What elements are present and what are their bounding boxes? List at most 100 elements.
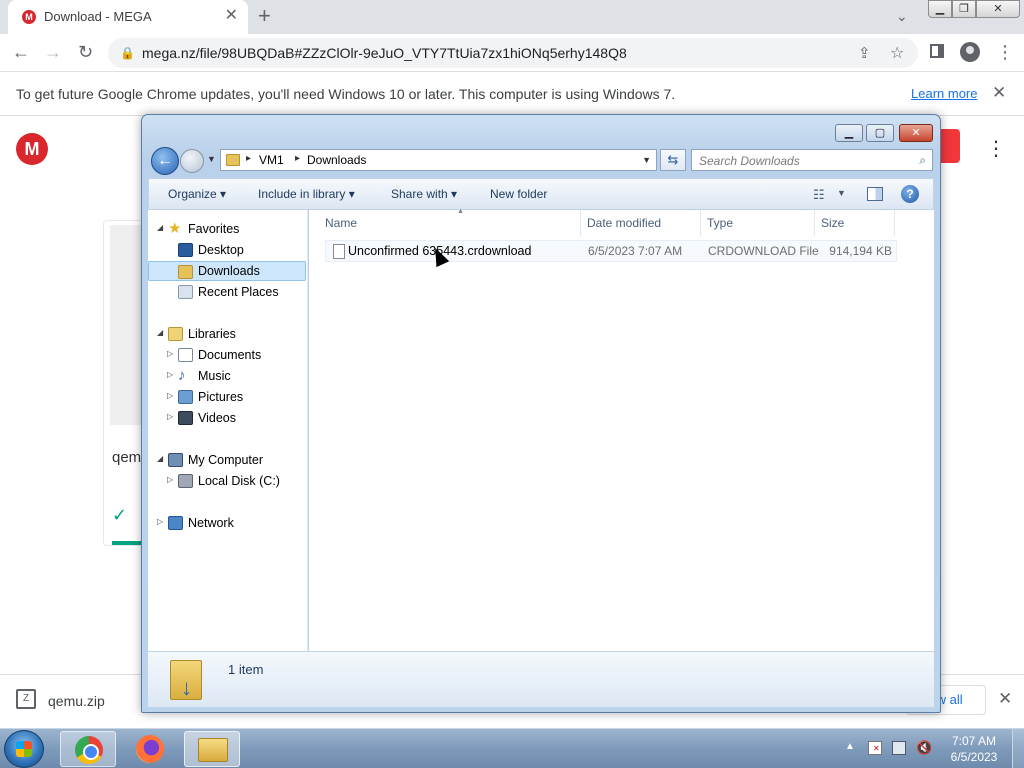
- refresh-button[interactable]: ⇆: [660, 149, 686, 171]
- mega-menu-icon[interactable]: ⋮: [986, 136, 1006, 161]
- tab-search-icon[interactable]: ⌄: [896, 8, 908, 25]
- firefox-logo-icon: [136, 735, 164, 763]
- breadcrumb-vm1[interactable]: VM1: [259, 153, 284, 167]
- window-restore-button[interactable]: ❐: [952, 0, 976, 18]
- explorer-search-input[interactable]: Search Downloads ⌕: [691, 149, 933, 171]
- organize-button[interactable]: Organize ▾: [168, 187, 226, 201]
- nav-label: My Computer: [188, 453, 264, 467]
- window-close-button[interactable]: ✕: [976, 0, 1020, 18]
- share-icon[interactable]: ⇪: [858, 44, 871, 62]
- column-header-type[interactable]: Type: [701, 210, 815, 236]
- download-item-qemu[interactable]: qemu.zip: [48, 693, 105, 709]
- recent-places-icon: [178, 285, 193, 299]
- navigation-pane: ◢ ★ Favorites Desktop Downloads Recent P…: [148, 210, 308, 651]
- window-minimize-button[interactable]: ▁: [928, 0, 952, 18]
- tab-strip: M Download - MEGA ✕ + ⌄ ▁ ❐ ✕: [0, 0, 1024, 34]
- chrome-menu-icon[interactable]: ⋮: [996, 42, 1014, 62]
- nav-libraries[interactable]: ◢ Libraries: [148, 324, 306, 344]
- nav-documents[interactable]: ▷ Documents: [148, 345, 306, 365]
- lock-icon[interactable]: 🔒: [120, 46, 135, 60]
- profile-avatar-icon[interactable]: [960, 42, 980, 62]
- change-view-icon[interactable]: ☷: [813, 187, 825, 203]
- nav-recent-places[interactable]: Recent Places: [148, 282, 306, 302]
- help-icon[interactable]: ?: [901, 185, 919, 203]
- nav-favorites[interactable]: ◢ ★ Favorites: [148, 219, 306, 239]
- bookmark-star-icon[interactable]: ☆: [890, 43, 904, 63]
- collapsed-arrow-icon[interactable]: ▷: [167, 412, 173, 421]
- explorer-maximize-button[interactable]: ▢: [866, 124, 894, 142]
- explorer-back-button[interactable]: ←: [151, 147, 179, 175]
- details-pane: 1 item: [148, 651, 934, 707]
- address-bar[interactable]: 🔒 mega.nz/file/98UBQDaB#ZZzClOlr-9eJuO_V…: [108, 38, 918, 68]
- new-folder-button[interactable]: New folder: [490, 187, 547, 201]
- include-in-library-button[interactable]: Include in library ▾: [258, 187, 355, 201]
- explorer-window: ▁ ▢ ✕ ← ▼ ▸ VM1 ▸ Downloads ▼ ⇆ Search D…: [141, 114, 941, 713]
- download-shelf-close-icon[interactable]: ✕: [998, 689, 1012, 709]
- forward-button[interactable]: →: [44, 42, 62, 62]
- nav-network[interactable]: ▷ Network: [148, 513, 306, 533]
- action-center-flag-icon[interactable]: [868, 741, 882, 755]
- learn-more-link[interactable]: Learn more: [911, 86, 977, 101]
- tab-mega-download[interactable]: M Download - MEGA ✕: [8, 0, 248, 34]
- infobar-message: To get future Google Chrome updates, you…: [16, 86, 676, 102]
- explorer-close-button[interactable]: ✕: [899, 124, 933, 142]
- recent-locations-dropdown-icon[interactable]: ▼: [207, 154, 216, 164]
- nav-music[interactable]: ▷ ♪ Music: [148, 366, 306, 386]
- taskbar-windows-explorer[interactable]: [184, 731, 240, 767]
- new-tab-button[interactable]: +: [258, 4, 271, 28]
- nav-label: Favorites: [188, 222, 240, 236]
- file-row[interactable]: Unconfirmed 635443.crdownload 6/5/2023 7…: [325, 240, 897, 262]
- mega-file-name: qem: [112, 449, 142, 466]
- nav-downloads[interactable]: Downloads: [148, 261, 306, 281]
- explorer-folder-icon: [198, 738, 228, 762]
- collapsed-arrow-icon[interactable]: ▷: [167, 349, 173, 358]
- volume-muted-icon[interactable]: 🔇: [916, 741, 932, 755]
- back-button[interactable]: ←: [12, 42, 30, 62]
- breadcrumb-arrow-icon[interactable]: ▸: [246, 153, 251, 164]
- url-text[interactable]: mega.nz/file/98UBQDaB#ZZzClOlr-9eJuO_VTY…: [142, 45, 627, 61]
- column-header-name[interactable]: Name ▲: [319, 208, 581, 236]
- breadcrumb-downloads[interactable]: Downloads: [307, 153, 366, 167]
- share-with-button[interactable]: Share with ▾: [391, 187, 457, 201]
- nav-local-disk[interactable]: ▷ Local Disk (C:): [148, 471, 306, 491]
- nav-my-computer[interactable]: ◢ My Computer: [148, 450, 306, 470]
- search-icon[interactable]: ⌕: [919, 153, 926, 168]
- nav-videos[interactable]: ▷ Videos: [148, 408, 306, 428]
- collapsed-arrow-icon[interactable]: ▷: [167, 475, 173, 484]
- collapsed-arrow-icon[interactable]: ▷: [167, 370, 173, 379]
- expanded-arrow-icon[interactable]: ◢: [157, 454, 163, 463]
- expanded-arrow-icon[interactable]: ◢: [157, 328, 163, 337]
- mega-logo[interactable]: M: [16, 133, 48, 165]
- explorer-address-bar[interactable]: ▸ VM1 ▸ Downloads ▼: [220, 149, 657, 171]
- side-panel-icon[interactable]: [930, 44, 944, 58]
- column-header-date-modified[interactable]: Date modified: [581, 210, 701, 236]
- file-type: CRDOWNLOAD File: [708, 244, 819, 258]
- nav-desktop[interactable]: Desktop: [148, 240, 306, 260]
- system-clock[interactable]: 7:07 AM 6/5/2023: [944, 733, 1004, 765]
- breadcrumb-arrow-icon[interactable]: ▸: [295, 153, 300, 164]
- nav-pictures[interactable]: ▷ Pictures: [148, 387, 306, 407]
- reload-button[interactable]: ↻: [78, 42, 93, 62]
- taskbar-chrome[interactable]: [60, 731, 116, 767]
- download-complete-check-icon: ✓: [112, 505, 128, 525]
- start-button[interactable]: [4, 730, 44, 768]
- taskbar-firefox[interactable]: [122, 731, 178, 767]
- column-header-size[interactable]: Size: [815, 210, 895, 236]
- expanded-arrow-icon[interactable]: ◢: [157, 223, 163, 232]
- favorites-star-icon: ★: [168, 220, 182, 237]
- column-label: Name: [325, 216, 358, 230]
- address-history-dropdown-icon[interactable]: ▼: [642, 155, 651, 165]
- item-count: 1 item: [228, 662, 264, 677]
- view-options-dropdown-icon[interactable]: ▼: [837, 188, 846, 198]
- nav-label: Recent Places: [198, 285, 279, 299]
- network-tray-icon[interactable]: [892, 741, 906, 755]
- explorer-minimize-button[interactable]: ▁: [835, 124, 863, 142]
- collapsed-arrow-icon[interactable]: ▷: [157, 517, 163, 526]
- preview-pane-icon[interactable]: [867, 187, 883, 201]
- infobar-close-icon[interactable]: ✕: [992, 83, 1006, 103]
- collapsed-arrow-icon[interactable]: ▷: [167, 391, 173, 400]
- explorer-forward-button[interactable]: [180, 149, 204, 173]
- show-desktop-button[interactable]: [1012, 729, 1024, 768]
- show-hidden-icons-icon[interactable]: ▲: [845, 741, 855, 752]
- tab-close-icon[interactable]: ✕: [225, 7, 238, 25]
